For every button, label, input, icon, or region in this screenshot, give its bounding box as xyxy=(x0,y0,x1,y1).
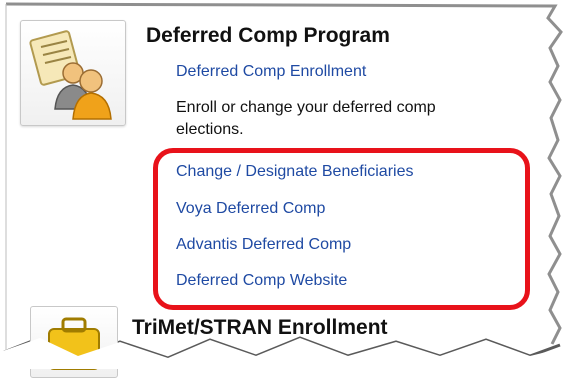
deferred-comp-website-link[interactable]: Deferred Comp Website xyxy=(176,272,347,290)
change-designate-beneficiaries-link[interactable]: Change / Designate Beneficiaries xyxy=(176,163,413,181)
voya-deferred-comp-link[interactable]: Voya Deferred Comp xyxy=(176,200,325,218)
deferred-comp-enrollment-link[interactable]: Deferred Comp Enrollment xyxy=(176,63,366,81)
section-title-deferred-comp: Deferred Comp Program xyxy=(146,24,390,47)
section-title-trimet-enrollment: TriMet/STRAN Enrollment xyxy=(132,316,388,339)
enrollment-description-line2: elections. xyxy=(176,121,244,138)
advantis-deferred-comp-link[interactable]: Advantis Deferred Comp xyxy=(176,236,351,254)
enrollment-description-line1: Enroll or change your deferred comp xyxy=(176,99,436,116)
torn-edge-bottom xyxy=(0,338,575,369)
program-icon-box xyxy=(20,20,126,126)
document-people-icon xyxy=(29,30,112,120)
